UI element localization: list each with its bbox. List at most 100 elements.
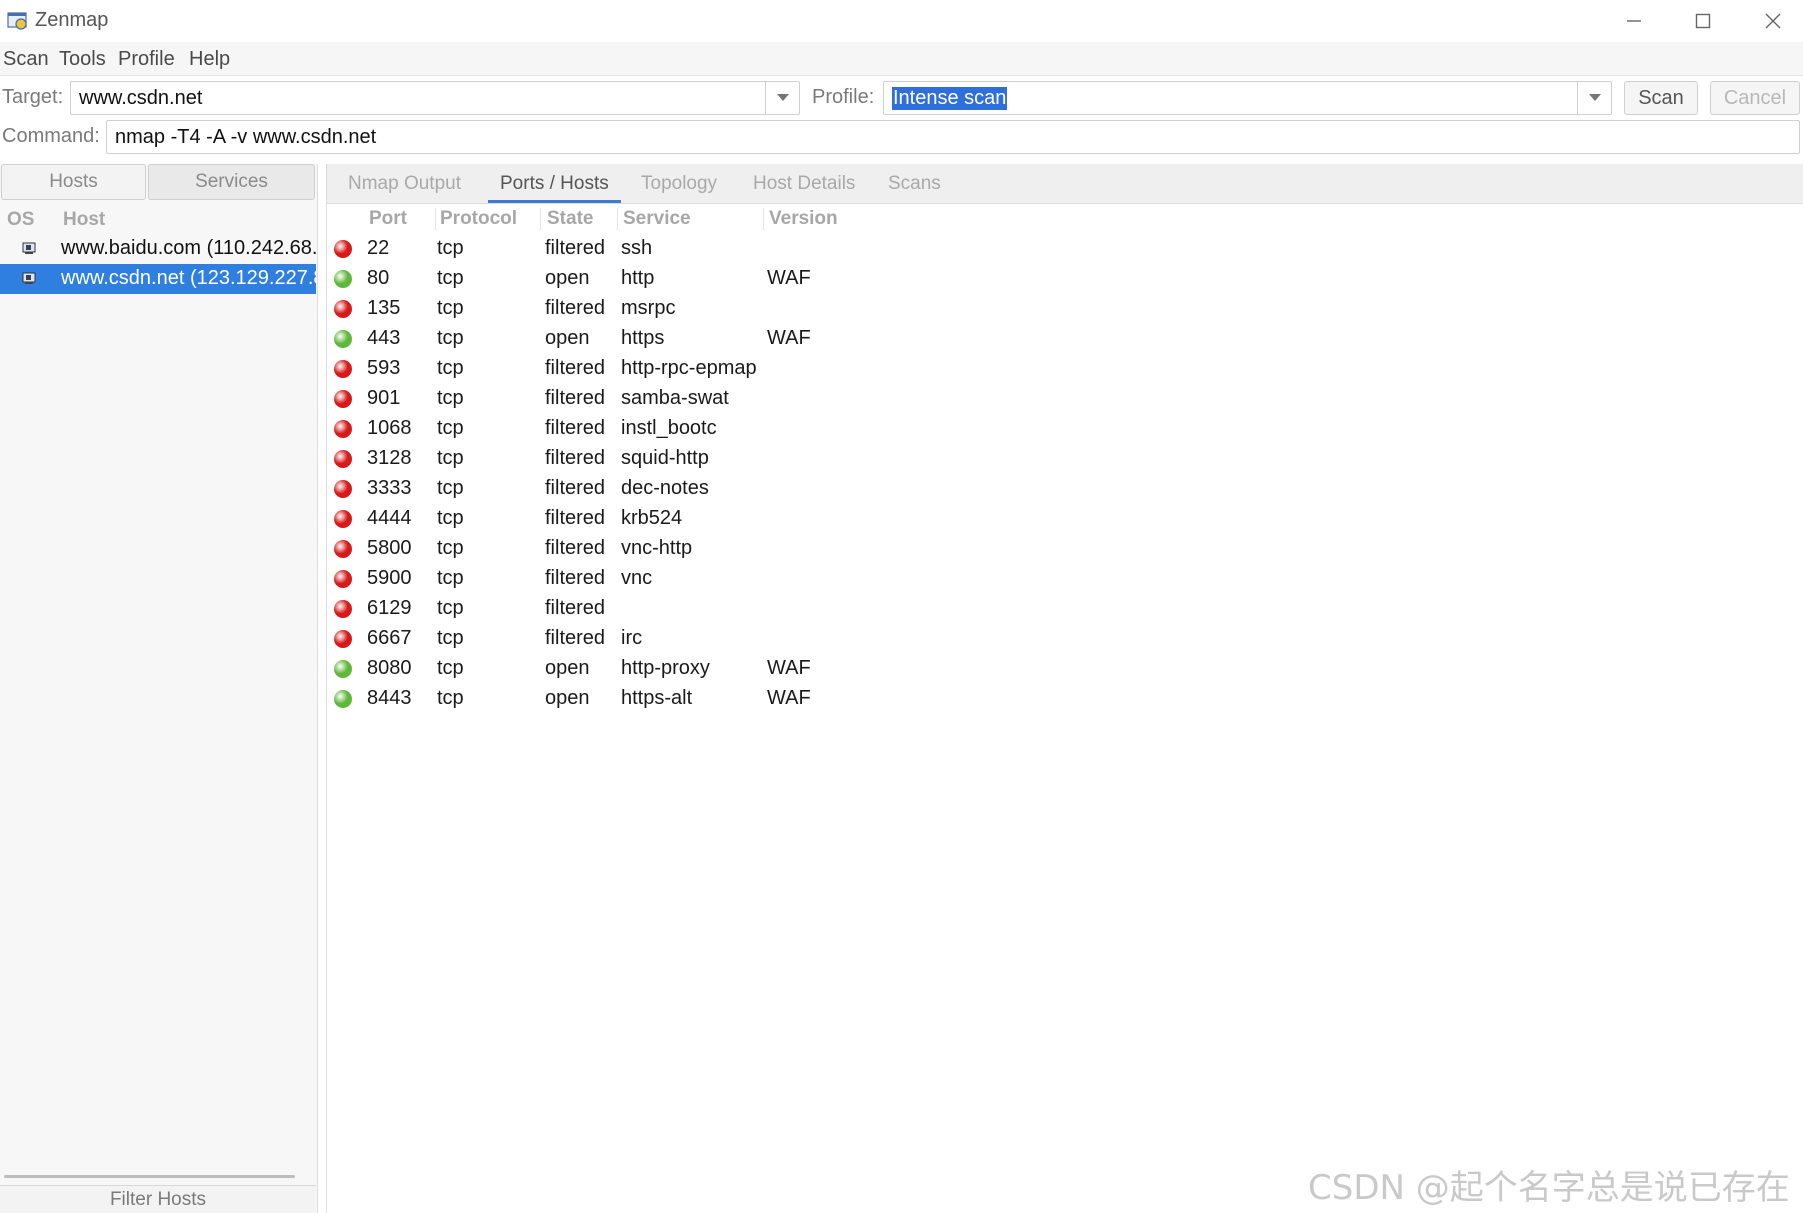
port-row[interactable]: 3333 tcp filtered dec-notes <box>327 474 1803 504</box>
hosts-pane: Hosts Services OS Host www.baidu.com (11… <box>0 164 318 1213</box>
version-cell: WAF <box>767 657 811 679</box>
col-host[interactable]: Host <box>63 209 105 231</box>
port-row[interactable]: 6129 tcp filtered <box>327 594 1803 624</box>
port-row[interactable]: 901 tcp filtered samba-swat <box>327 384 1803 414</box>
menu-tools[interactable]: Tools <box>59 48 106 71</box>
open-status-icon <box>334 270 352 288</box>
service-cell: irc <box>621 627 643 649</box>
host-row-selected[interactable]: www.csdn.net (123.129.227.84 <box>0 264 316 294</box>
service-cell: samba-swat <box>621 387 729 409</box>
tab-topology[interactable]: Topology <box>641 173 717 195</box>
col-state[interactable]: State <box>547 208 593 230</box>
tab-host-details[interactable]: Host Details <box>753 173 855 195</box>
hosts-horizontal-scrollbar[interactable] <box>4 1175 295 1178</box>
state-cell: filtered <box>545 597 606 619</box>
port-cell: 22 <box>367 237 390 259</box>
port-row[interactable]: 5800 tcp filtered vnc-http <box>327 534 1803 564</box>
command-label: Command: <box>2 125 100 147</box>
port-row[interactable]: 3128 tcp filtered squid-http <box>327 444 1803 474</box>
port-row[interactable]: 5900 tcp filtered vnc <box>327 564 1803 594</box>
protocol-cell: tcp <box>437 687 464 709</box>
port-row[interactable]: 80 tcp open http WAF <box>327 264 1803 294</box>
service-cell: https <box>621 327 665 349</box>
filtered-status-icon <box>334 510 352 528</box>
state-cell: filtered <box>545 237 606 259</box>
tab-scans[interactable]: Scans <box>888 173 941 195</box>
filtered-status-icon <box>334 390 352 408</box>
profile-combo[interactable]: Intense scan <box>883 81 1612 115</box>
protocol-cell: tcp <box>437 477 464 499</box>
port-row[interactable]: 443 tcp open https WAF <box>327 324 1803 354</box>
scan-button[interactable]: Scan <box>1624 81 1698 115</box>
menu-scan[interactable]: Scan <box>3 48 49 71</box>
tab-nmap-output[interactable]: Nmap Output <box>348 173 461 195</box>
menu-help[interactable]: Help <box>189 48 230 71</box>
hosts-toggle-button[interactable]: Hosts <box>1 164 146 200</box>
state-cell: filtered <box>545 387 606 409</box>
port-row[interactable]: 135 tcp filtered msrpc <box>327 294 1803 324</box>
filtered-status-icon <box>334 570 352 588</box>
services-toggle-button[interactable]: Services <box>148 164 315 200</box>
filter-hosts-button[interactable]: Filter Hosts <box>0 1185 316 1213</box>
protocol-cell: tcp <box>437 567 464 589</box>
command-input[interactable]: nmap -T4 -A -v www.csdn.net <box>106 120 1800 154</box>
port-cell: 443 <box>367 327 401 349</box>
port-cell: 6129 <box>367 597 412 619</box>
target-input[interactable]: www.csdn.net <box>70 81 800 115</box>
service-cell: vnc <box>621 567 653 589</box>
os-unknown-icon <box>22 272 36 284</box>
host-row[interactable]: www.baidu.com (110.242.68.3 <box>0 234 316 264</box>
version-cell: WAF <box>767 687 811 709</box>
col-os[interactable]: OS <box>7 209 34 231</box>
zenmap-app-icon <box>7 12 27 30</box>
title-bar: Zenmap <box>0 0 1803 42</box>
active-tab-indicator <box>488 200 621 203</box>
version-cell: WAF <box>767 327 811 349</box>
open-status-icon <box>334 330 352 348</box>
port-cell: 1068 <box>367 417 412 439</box>
state-cell: filtered <box>545 297 606 319</box>
port-row[interactable]: 6667 tcp filtered irc <box>327 624 1803 654</box>
col-version[interactable]: Version <box>769 208 838 230</box>
service-cell: vnc-http <box>621 537 693 559</box>
service-cell: http <box>621 267 655 289</box>
chevron-down-icon <box>1588 94 1601 101</box>
menu-bar: Scan Tools Profile Help <box>0 42 1803 76</box>
command-value: nmap -T4 -A -v www.csdn.net <box>115 125 377 148</box>
service-cell: instl_bootc <box>621 417 717 439</box>
protocol-cell: tcp <box>437 417 464 439</box>
port-cell: 3128 <box>367 447 412 469</box>
results-pane: Nmap Output Ports / Hosts Topology Host … <box>326 164 1803 1213</box>
protocol-cell: tcp <box>437 597 464 619</box>
profile-dropdown-button[interactable] <box>1577 82 1611 114</box>
port-cell: 135 <box>367 297 401 319</box>
state-cell: open <box>545 267 590 289</box>
port-row[interactable]: 593 tcp filtered http-rpc-epmap <box>327 354 1803 384</box>
protocol-cell: tcp <box>437 237 464 259</box>
port-row[interactable]: 1068 tcp filtered instl_bootc <box>327 414 1803 444</box>
target-value: www.csdn.net <box>79 86 203 109</box>
port-row[interactable]: 8443 tcp open https-alt WAF <box>327 684 1803 714</box>
protocol-cell: tcp <box>437 327 464 349</box>
filtered-status-icon <box>334 420 352 438</box>
column-separator <box>763 208 764 230</box>
service-cell: http-rpc-epmap <box>621 357 757 379</box>
cancel-button[interactable]: Cancel <box>1710 81 1800 115</box>
state-cell: open <box>545 327 590 349</box>
target-dropdown-button[interactable] <box>765 82 799 114</box>
tab-ports-hosts[interactable]: Ports / Hosts <box>500 173 609 195</box>
port-row[interactable]: 22 tcp filtered ssh <box>327 234 1803 264</box>
close-button[interactable] <box>1738 0 1803 42</box>
minimize-button[interactable] <box>1599 0 1669 42</box>
menu-profile[interactable]: Profile <box>118 48 175 71</box>
port-row[interactable]: 8080 tcp open http-proxy WAF <box>327 654 1803 684</box>
port-row[interactable]: 4444 tcp filtered krb524 <box>327 504 1803 534</box>
col-protocol[interactable]: Protocol <box>440 208 517 230</box>
open-status-icon <box>334 690 352 708</box>
col-service[interactable]: Service <box>623 208 691 230</box>
maximize-button[interactable] <box>1668 0 1738 42</box>
port-cell: 5900 <box>367 567 412 589</box>
results-tabbar: Nmap Output Ports / Hosts Topology Host … <box>327 164 1803 204</box>
col-port[interactable]: Port <box>369 208 407 230</box>
version-cell: WAF <box>767 267 811 289</box>
